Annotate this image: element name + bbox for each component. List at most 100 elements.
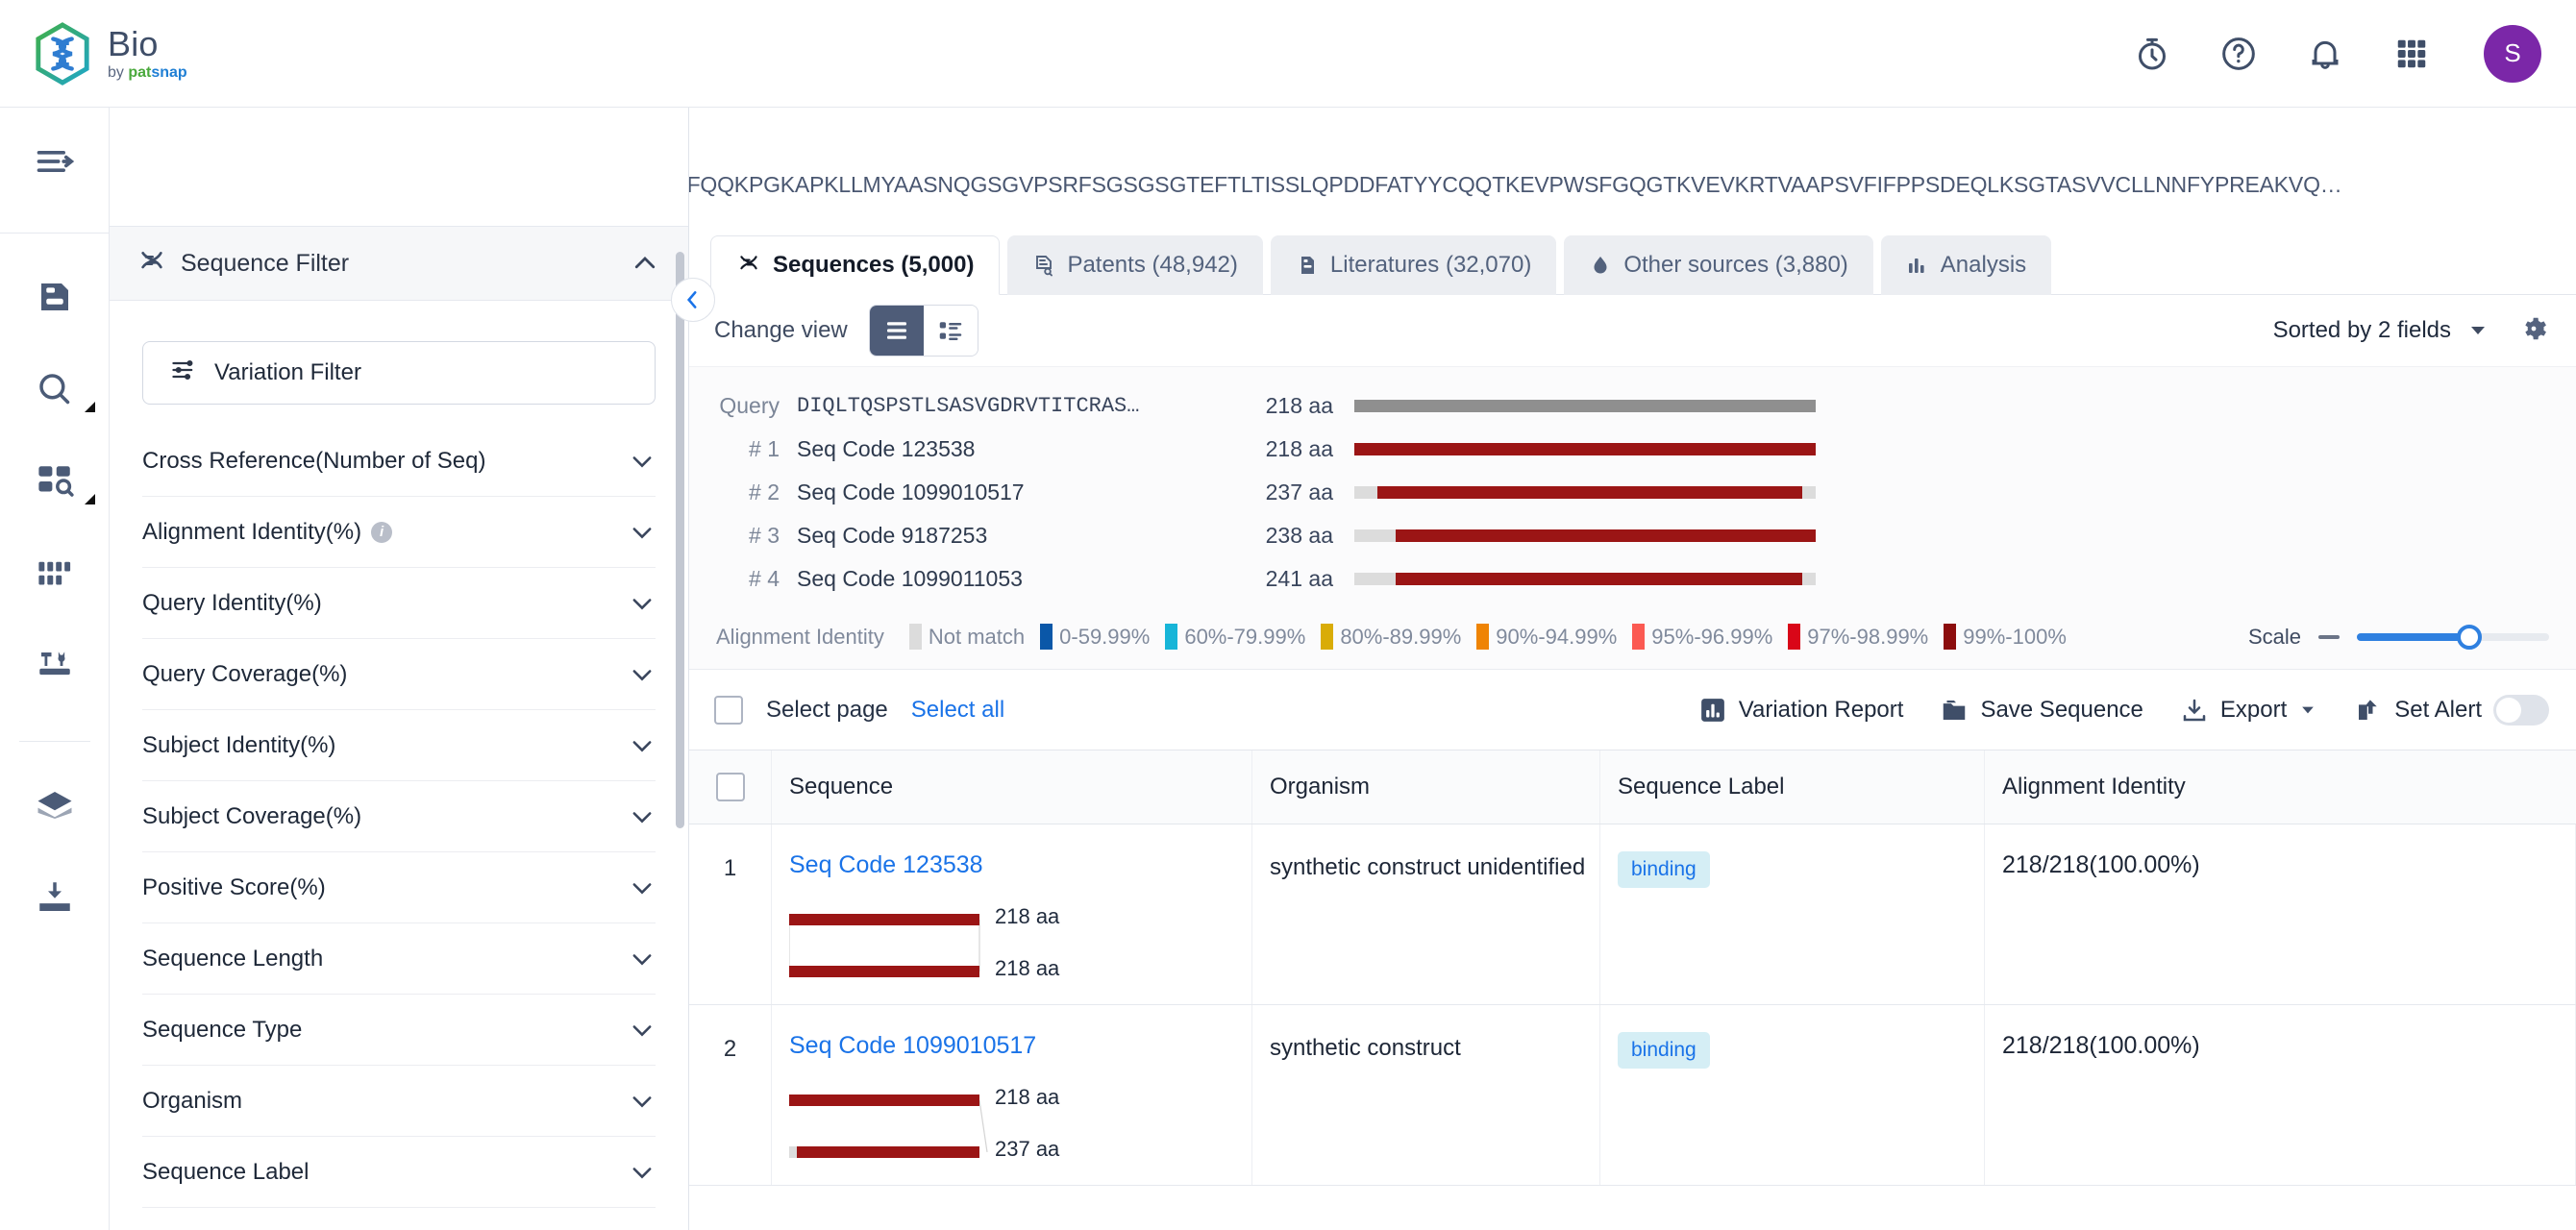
- sequence-filter-sidebar: Sequence Filter Variation Filter Cross R…: [110, 108, 689, 1230]
- set-alert-button[interactable]: Set Alert: [2354, 694, 2549, 726]
- legend-swatch: [1476, 624, 1490, 650]
- variation-filter-button[interactable]: Variation Filter: [142, 341, 656, 405]
- select-all-link[interactable]: Select all: [911, 697, 1004, 724]
- tab-patents[interactable]: Patents (48,942): [1007, 235, 1263, 295]
- sort-dropdown[interactable]: Sorted by 2 fields: [2273, 317, 2489, 344]
- alignment-preview-row[interactable]: # 1 Seq Code 123538 218 aa: [689, 428, 2576, 471]
- row-alignment-identity-cell: 218/218(100.00%): [1985, 1005, 2576, 1185]
- tab-literatures[interactable]: Literatures (32,070): [1270, 235, 1557, 295]
- column-header-organism[interactable]: Organism: [1252, 750, 1600, 824]
- filter-row-query-identity[interactable]: Query Identity(%): [142, 568, 656, 639]
- sequence-link[interactable]: Seq Code 1099010517: [789, 1032, 1251, 1060]
- chevron-down-icon[interactable]: [629, 590, 656, 617]
- search-icon[interactable]: [28, 362, 95, 416]
- save-sequence-button[interactable]: Save Sequence: [1940, 696, 2143, 725]
- tab-label: Analysis: [1940, 252, 2027, 278]
- sequence-link[interactable]: Seq Code 123538: [789, 851, 1251, 879]
- column-header-sequence-label[interactable]: Sequence Label: [1600, 750, 1985, 824]
- variation-report-button[interactable]: Variation Report: [1698, 696, 1903, 725]
- row-sequence-label-cell: binding: [1600, 1005, 1985, 1185]
- table-row[interactable]: 1 Seq Code 123538 218 aa 218 aa syntheti…: [689, 824, 2576, 1005]
- grid-data-icon[interactable]: [28, 547, 82, 601]
- row-sequence-label-cell: binding: [1600, 824, 1985, 1004]
- gear-icon[interactable]: [2518, 313, 2549, 349]
- main-panel: Sequences (5,000) Patents (48,942) Liter…: [689, 226, 2576, 1230]
- table-row[interactable]: 2 Seq Code 1099010517 218 aa 237 aa synt…: [689, 1005, 2576, 1186]
- scale-slider-knob[interactable]: [2457, 624, 2482, 650]
- export-button[interactable]: Export: [2180, 696, 2317, 725]
- brand-logo[interactable]: Bio by patsnap: [33, 21, 187, 86]
- avatar[interactable]: S: [2484, 24, 2541, 83]
- info-icon[interactable]: i: [371, 521, 393, 543]
- help-circle-icon[interactable]: [2218, 34, 2259, 74]
- filter-row-sequence-length[interactable]: Sequence Length: [142, 923, 656, 995]
- select-page-label[interactable]: Select page: [766, 697, 888, 724]
- alignment-preview-row[interactable]: # 4 Seq Code 1099011053 241 aa: [689, 557, 2576, 601]
- list-view-icon[interactable]: [869, 306, 924, 356]
- chevron-down-icon[interactable]: [629, 661, 656, 688]
- chevron-down-icon[interactable]: [629, 732, 656, 759]
- legend-label: Not match: [928, 624, 1026, 649]
- alignment-bar-length: 218 aa: [995, 1085, 1060, 1109]
- filter-row-alignment-identity[interactable]: Alignment Identity(%) i: [142, 497, 656, 568]
- view-toggle-group: [868, 305, 978, 357]
- alignment-name: Seq Code 123538: [797, 436, 976, 461]
- import-icon[interactable]: [28, 871, 82, 924]
- chevron-up-icon[interactable]: [631, 249, 659, 278]
- sidebar-scrollbar-thumb[interactable]: [676, 252, 684, 828]
- dna-hexagon-logo-icon: [33, 21, 92, 86]
- chevron-down-icon[interactable]: [629, 1017, 656, 1044]
- structure-search-icon[interactable]: [28, 455, 95, 508]
- select-all-checkbox[interactable]: [715, 773, 745, 801]
- card-view-icon[interactable]: [923, 306, 978, 356]
- app-grid-icon[interactable]: [2391, 34, 2432, 74]
- collapse-menu-icon[interactable]: [28, 135, 82, 188]
- tools-icon[interactable]: [28, 639, 82, 693]
- legend-title: Alignment Identity: [716, 624, 884, 649]
- tab-other-sources[interactable]: Other sources (3,880): [1564, 235, 1873, 295]
- tab-sequences[interactable]: Sequences (5,000): [710, 235, 1001, 295]
- alignment-identity-legend: Alignment Identity Not match 0-59.99% 60…: [689, 610, 2576, 669]
- zoom-out-icon[interactable]: [2318, 634, 2340, 639]
- database-icon[interactable]: [28, 778, 82, 832]
- filter-row-sequence-type[interactable]: Sequence Type: [142, 995, 656, 1066]
- sidebar-collapse-handle[interactable]: [671, 278, 715, 322]
- button-label: Export: [2219, 696, 2288, 723]
- row-alignment-bars: 218 aa 237 aa: [789, 1085, 1097, 1161]
- alignment-name: Seq Code 1099011053: [797, 566, 1023, 591]
- filter-label: Positive Score(%): [142, 873, 326, 900]
- filter-row-cross-reference[interactable]: Cross Reference(Number of Seq): [142, 426, 656, 497]
- sequence-filter-header[interactable]: Sequence Filter: [110, 226, 688, 301]
- set-alert-toggle[interactable]: [2493, 694, 2549, 726]
- chevron-down-icon[interactable]: [629, 946, 656, 972]
- chevron-down-icon[interactable]: [629, 803, 656, 830]
- tab-analysis[interactable]: Analysis: [1880, 235, 2052, 295]
- chevron-down-icon[interactable]: [629, 1159, 656, 1186]
- alignment-rank: # 4: [749, 566, 780, 591]
- stopwatch-icon[interactable]: [2132, 34, 2172, 74]
- filter-row-positive-score[interactable]: Positive Score(%): [142, 852, 656, 923]
- chevron-down-icon[interactable]: [629, 519, 656, 546]
- select-page-checkbox[interactable]: [714, 695, 743, 725]
- alignment-rank: # 3: [749, 523, 780, 548]
- filter-row-organism[interactable]: Organism: [142, 1066, 656, 1137]
- bell-icon[interactable]: [2305, 34, 2345, 74]
- filter-row-query-coverage[interactable]: Query Coverage(%): [142, 639, 656, 710]
- column-header-sequence[interactable]: Sequence: [772, 750, 1252, 824]
- scale-slider[interactable]: [2357, 624, 2549, 650]
- filter-row-subject-identity[interactable]: Subject Identity(%): [142, 710, 656, 781]
- row-sequence-cell: Seq Code 123538 218 aa 218 aa: [772, 824, 1252, 1004]
- button-label: Set Alert: [2394, 696, 2482, 723]
- brand-pat: pat: [128, 63, 152, 81]
- saved-document-icon[interactable]: [28, 270, 82, 324]
- chevron-down-icon[interactable]: [629, 874, 656, 901]
- alignment-preview-row[interactable]: Query DIQLTQSPSTLSASVGDRVTITCRAS… 218 aa: [689, 384, 2576, 428]
- alignment-preview-row[interactable]: # 3 Seq Code 9187253 238 aa: [689, 514, 2576, 557]
- alignment-preview-row[interactable]: # 2 Seq Code 1099010517 237 aa: [689, 471, 2576, 514]
- chevron-down-icon[interactable]: [629, 1088, 656, 1115]
- chevron-down-icon[interactable]: [629, 448, 656, 475]
- column-header-alignment-identity[interactable]: Alignment Identity: [1985, 750, 2576, 824]
- filter-row-subject-coverage[interactable]: Subject Coverage(%): [142, 781, 656, 852]
- filter-row-sequence-label[interactable]: Sequence Label: [142, 1137, 656, 1208]
- alignment-bar: [1354, 486, 1816, 499]
